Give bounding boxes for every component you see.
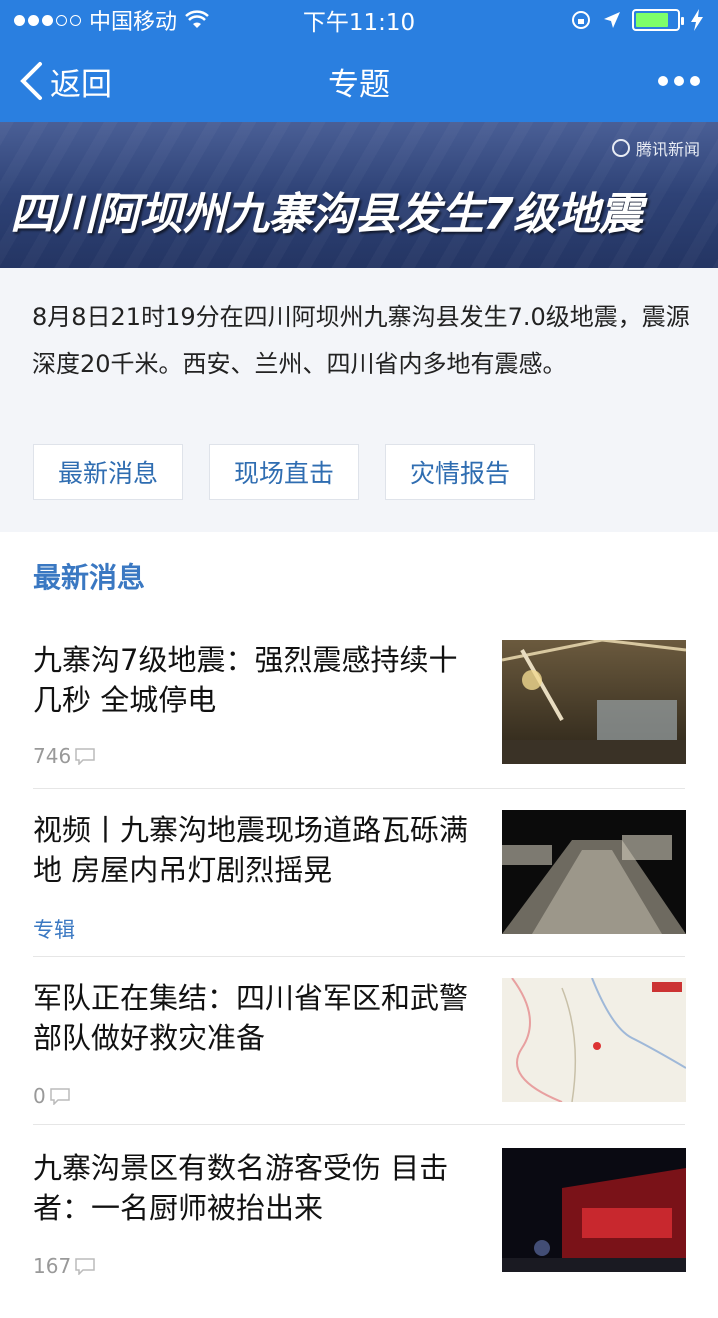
back-button[interactable]: 返回 (18, 59, 112, 104)
rotation-lock-icon (572, 11, 590, 29)
comment-count: 746 (33, 744, 95, 768)
location-icon (604, 12, 620, 28)
topic-tabs: 最新消息 现场直击 灾情报告 (33, 444, 535, 500)
carrier-name: 中国移动 (89, 10, 178, 35)
news-thumbnail (502, 978, 686, 1102)
wifi-icon (185, 10, 209, 28)
more-options-icon[interactable] (658, 76, 700, 86)
news-thumbnail (502, 1148, 686, 1272)
news-item[interactable]: 九寨沟景区有数名游客受伤 目击者：一名厨师被抬出来 167 (0, 1148, 718, 1318)
signal-strength-icon (14, 14, 81, 26)
tab-live-scene[interactable]: 现场直击 (209, 444, 359, 500)
divider (33, 956, 685, 957)
news-thumbnail (502, 640, 686, 764)
banner-brand: 腾讯新闻 (611, 136, 700, 160)
tab-disaster-report[interactable]: 灾情报告 (385, 444, 535, 500)
news-title: 九寨沟7级地震：强烈震感持续十几秒 全城停电 (33, 643, 458, 717)
battery-icon (632, 9, 684, 31)
tab-latest[interactable]: 最新消息 (33, 444, 183, 500)
news-title: 视频丨九寨沟地震现场道路瓦砾满地 房屋内吊灯剧烈摇晃 (33, 813, 469, 887)
charging-icon (691, 9, 703, 31)
divider (33, 1124, 685, 1125)
comment-icon (75, 1257, 95, 1275)
section-title: 最新消息 (33, 561, 146, 594)
status-bar: 中国移动 下午11:10 (0, 0, 718, 40)
news-item[interactable]: 视频丨九寨沟地震现场道路瓦砾满地 房屋内吊灯剧烈摇晃 专辑 (0, 810, 718, 980)
news-item[interactable]: 军队正在集结：四川省军区和武警部队做好救灾准备 0 (0, 978, 718, 1148)
topic-banner: 腾讯新闻 四川阿坝州九寨沟县发生7级地震 (0, 122, 718, 268)
tencent-news-logo-icon (611, 139, 630, 157)
chevron-left-icon (20, 62, 42, 100)
banner-title: 四川阿坝州九寨沟县发生7级地震 (10, 189, 643, 240)
comment-count: 167 (33, 1254, 95, 1278)
news-title: 九寨沟景区有数名游客受伤 目击者：一名厨师被抬出来 (33, 1151, 449, 1225)
news-title: 军队正在集结：四川省军区和武警部队做好救灾准备 (33, 981, 469, 1055)
topic-intro: 8月8日21时19分在四川阿坝州九寨沟县发生7.0级地震，震源深度20千米。西安… (0, 268, 718, 532)
comment-icon (49, 1087, 70, 1105)
back-label: 返回 (50, 66, 112, 103)
news-item[interactable]: 九寨沟7级地震：强烈震感持续十几秒 全城停电 746 (0, 640, 718, 810)
news-thumbnail (502, 810, 686, 934)
status-time: 下午11:10 (302, 10, 416, 36)
comment-icon (75, 747, 95, 765)
comment-count: 0 (33, 1084, 70, 1108)
divider (33, 788, 685, 789)
intro-text: 8月8日21时19分在四川阿坝州九寨沟县发生7.0级地震，震源深度20千米。西安… (32, 303, 690, 378)
brand-name: 腾讯新闻 (635, 140, 700, 159)
album-tag: 专辑 (33, 918, 75, 942)
nav-bar: 返回 专题 (0, 40, 718, 122)
